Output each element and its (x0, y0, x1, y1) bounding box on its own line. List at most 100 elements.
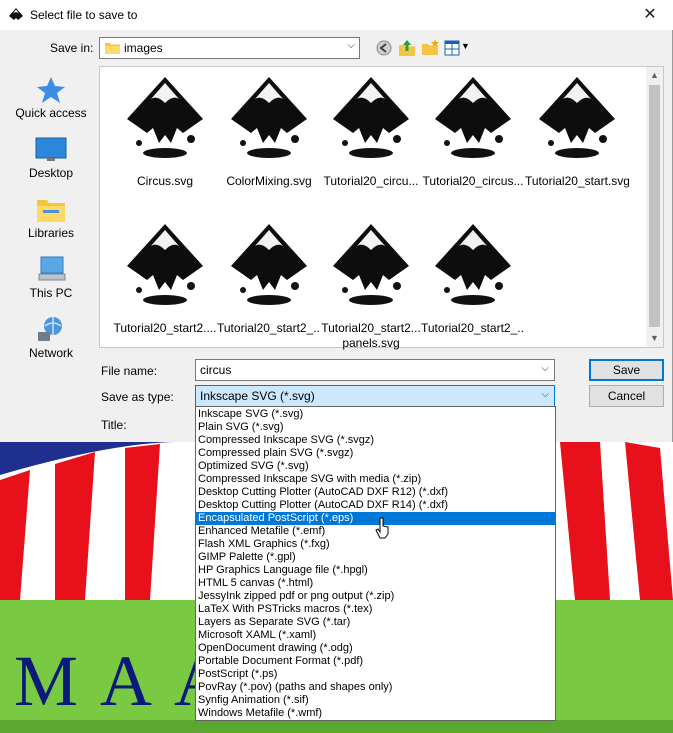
place-desktop[interactable]: Desktop (8, 126, 94, 186)
file-name: Tutorial20_start.svg (525, 174, 629, 188)
file-type-option[interactable]: GIMP Palette (*.gpl) (196, 551, 555, 564)
file-type-option[interactable]: JessyInk zipped pdf or png output (*.zip… (196, 590, 555, 603)
file-type-option[interactable]: Compressed plain SVG (*.svgz) (196, 447, 555, 460)
file-type-option[interactable]: Plain SVG (*.svg) (196, 421, 555, 434)
up-folder-icon[interactable] (397, 38, 417, 58)
save-as-type-value: Inkscape SVG (*.svg) (200, 389, 315, 403)
inkscape-file-icon (539, 77, 615, 158)
file-name: Tutorial20_start2.... (113, 321, 217, 335)
computer-icon (38, 256, 66, 281)
close-icon: ✕ (643, 6, 657, 23)
chevron-down-icon: ⌵ (347, 40, 355, 51)
file-type-option[interactable]: PostScript (*.ps) (196, 668, 555, 681)
file-item[interactable]: Tutorial20_circu... (319, 67, 423, 207)
file-type-option[interactable]: Portable Document Format (*.pdf) (196, 655, 555, 668)
dialog-title: Select file to save to (30, 8, 138, 22)
file-type-option[interactable]: OpenDocument drawing (*.odg) (196, 642, 555, 655)
place-this-pc[interactable]: This PC (8, 246, 94, 306)
file-type-option[interactable]: Synfig Animation (*.sif) (196, 694, 555, 707)
new-folder-icon[interactable] (420, 38, 440, 58)
places-bar: Quick access Desktop Libraries This PC N… (8, 66, 94, 374)
save-dialog: Select file to save to ✕ Save in: images… (0, 0, 673, 442)
place-label: Quick access (15, 106, 87, 120)
scroll-down-icon[interactable]: ▼ (646, 330, 663, 347)
inkscape-file-icon (231, 77, 307, 158)
file-type-option[interactable]: Flash XML Graphics (*.fxg) (196, 538, 555, 551)
file-list-view[interactable]: Circus.svg ColorMixing.svg Tutorial20_ci… (99, 66, 664, 350)
file-type-option[interactable]: PovRay (*.pov) (paths and shapes only) (196, 681, 555, 694)
cancel-button[interactable]: Cancel (589, 385, 664, 407)
vertical-scrollbar[interactable]: ▲ ▼ (646, 67, 663, 347)
file-type-dropdown[interactable]: Inkscape SVG (*.svg) Plain SVG (*.svg) C… (195, 406, 556, 721)
file-name-line2: panels.svg (342, 336, 400, 350)
file-type-option[interactable]: Windows Metafile (*.wmf) (196, 707, 555, 720)
file-name-label: File name: (101, 364, 158, 378)
file-type-option[interactable]: HTML 5 canvas (*.html) (196, 577, 555, 590)
libraries-icon (37, 200, 65, 222)
place-label: This PC (29, 286, 73, 300)
star-icon (37, 77, 65, 103)
file-item[interactable]: Tutorial20_start2_... (217, 214, 321, 354)
dropdown-arrow-icon: ▼ (461, 41, 470, 51)
file-name: Tutorial20_start2_... (217, 321, 321, 335)
file-item[interactable]: Tutorial20_start2... panels.svg (319, 214, 423, 354)
desktop-icon (35, 137, 67, 161)
file-type-option[interactable]: Compressed Inkscape SVG (*.svgz) (196, 434, 555, 447)
file-item[interactable]: Tutorial20_start2_... (421, 214, 525, 354)
file-name: Tutorial20_start2... (321, 321, 421, 335)
inkscape-file-icon (435, 77, 511, 158)
place-label: Desktop (28, 166, 74, 180)
title-bar: Select file to save to ✕ (0, 0, 673, 30)
save-in-value: images (124, 41, 163, 55)
folder-icon (105, 43, 120, 54)
file-item[interactable]: Circus.svg (113, 67, 217, 207)
file-name: Tutorial20_circu... (323, 174, 419, 188)
save-in-combo[interactable]: images ⌵ (99, 37, 360, 59)
inkscape-file-icon (231, 224, 307, 305)
file-type-option[interactable]: HP Graphics Language file (*.hpgl) (196, 564, 555, 577)
file-type-option[interactable]: Desktop Cutting Plotter (AutoCAD DXF R14… (196, 499, 555, 512)
file-name: ColorMixing.svg (226, 174, 312, 188)
inkscape-file-icon (127, 224, 203, 305)
place-label: Libraries (27, 226, 75, 240)
scrollbar-thumb[interactable] (649, 85, 660, 327)
file-name-combo[interactable]: circus ⌵ (195, 359, 555, 381)
inkscape-file-icon (333, 224, 409, 305)
file-type-option[interactable]: Desktop Cutting Plotter (AutoCAD DXF R12… (196, 486, 555, 499)
file-name-value: circus (200, 363, 232, 377)
view-grid-icon (444, 40, 460, 56)
file-name: Tutorial20_start2_... (421, 321, 525, 335)
file-type-option[interactable]: LaTeX With PSTricks macros (*.tex) (196, 603, 555, 616)
chevron-down-icon: ⌵ (541, 389, 549, 400)
file-type-option[interactable]: Inkscape SVG (*.svg) (196, 408, 555, 421)
file-type-option[interactable]: Layers as Separate SVG (*.tar) (196, 616, 555, 629)
file-item[interactable]: Tutorial20_start.svg (525, 67, 629, 207)
file-type-option[interactable]: Compressed Inkscape SVG with media (*.zi… (196, 473, 555, 486)
title-label: Title: (101, 418, 127, 432)
file-name: Tutorial20_circus... (422, 174, 524, 188)
file-item[interactable]: Tutorial20_circus... (421, 67, 525, 207)
place-quick-access[interactable]: Quick access (8, 66, 94, 126)
save-button[interactable]: Save (589, 359, 664, 381)
network-icon (38, 317, 62, 341)
place-libraries[interactable]: Libraries (8, 186, 94, 246)
file-type-option[interactable]: Optimized SVG (*.svg) (196, 460, 555, 473)
close-button[interactable]: ✕ (627, 0, 673, 30)
back-icon[interactable] (374, 38, 394, 58)
file-item[interactable]: ColorMixing.svg (217, 67, 321, 207)
inkscape-file-icon (333, 77, 409, 158)
inkscape-app-icon (9, 8, 23, 20)
save-in-label: Save in: (50, 41, 94, 55)
scroll-up-icon[interactable]: ▲ (646, 67, 663, 84)
inkscape-file-icon (435, 224, 511, 305)
mouse-pointer-icon (375, 517, 389, 539)
place-label: Network (28, 346, 73, 360)
file-type-option[interactable]: Microsoft XAML (*.xaml) (196, 629, 555, 642)
file-name: Circus.svg (136, 174, 193, 188)
inkscape-file-icon (127, 77, 203, 158)
save-as-type-label: Save as type: (101, 390, 174, 404)
file-item[interactable]: Tutorial20_start2.... (113, 214, 217, 354)
place-network[interactable]: Network (8, 306, 94, 366)
view-menu-button[interactable]: ▼ (444, 38, 470, 58)
save-as-type-combo[interactable]: Inkscape SVG (*.svg) ⌵ (195, 385, 555, 407)
